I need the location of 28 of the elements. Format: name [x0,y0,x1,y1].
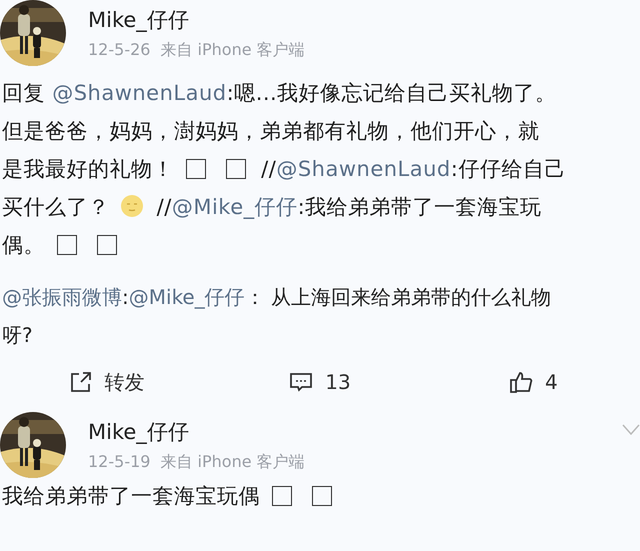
missing-glyph-icon [57,235,77,255]
quoted-comment: @张振雨微博:@Mike_仔仔： 从上海回来给弟弟带的什么礼物 呀? [2,284,552,349]
post-source: 来自 iPhone 客户端 [160,452,305,472]
share-icon [68,370,93,394]
mention-link[interactable]: @ShawnenLaud [52,81,227,105]
like-button[interactable]: 4 [426,370,640,394]
thumbs-up-icon [508,370,533,394]
username[interactable]: Mike_仔仔 [88,418,305,446]
comment-icon [289,370,314,394]
emoji-icon [120,194,144,218]
missing-glyph-icon [226,159,246,179]
post-date: 12-5-19 [88,452,150,472]
post-text: 我给弟弟带了一套海宝玩偶 [2,480,640,512]
missing-glyph-icon [272,486,292,506]
missing-glyph-icon [186,159,206,179]
repost-button[interactable]: 转发 [0,368,214,396]
post-text: 回复 @ShawnenLaud:嗯...我好像忘记给自己买礼物了。 但是爸爸，妈妈，澍妈妈，弟弟都有礼物，他们开心，就 是我最好的礼物！ //@ShawnenLaud:仔仔给自己 买什么了？ //@Mike_仔仔:我给弟弟带了一套海宝玩 偶。 [2,80,567,259]
mention-link[interactable]: @ShawnenLaud [276,157,451,181]
comment-button[interactable]: 13 [213,370,427,394]
mention-link[interactable]: @张振雨微博 [2,285,122,309]
missing-glyph-icon [97,235,117,255]
post-source: 来自 iPhone 客户端 [160,40,305,60]
mention-link[interactable]: @Mike_仔仔 [128,285,245,309]
missing-glyph-icon [312,486,332,506]
chevron-down-icon[interactable] [622,424,640,436]
username[interactable]: Mike_仔仔 [88,6,305,34]
post-date: 12-5-26 [88,40,150,60]
mention-link[interactable]: @Mike_仔仔 [172,195,298,219]
